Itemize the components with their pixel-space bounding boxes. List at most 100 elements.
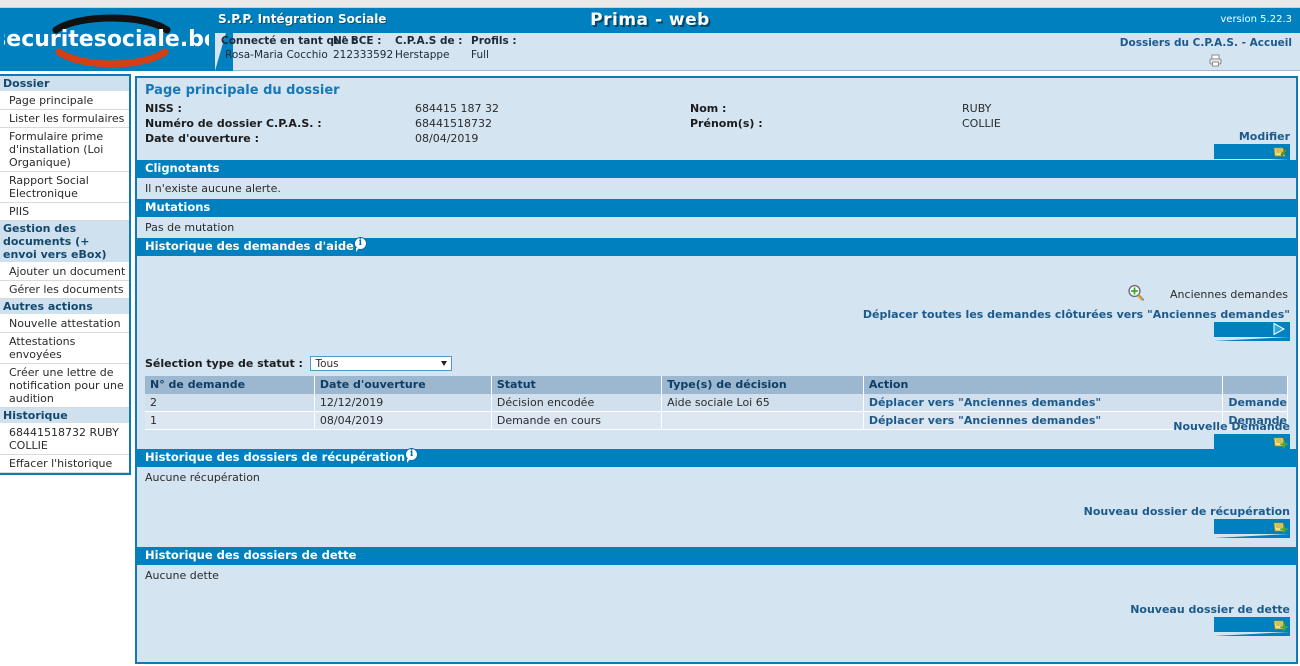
table-row[interactable]: 2 12/12/2019 Décision encodée Aide socia… — [145, 394, 1288, 412]
dossier-label: Numéro de dossier C.P.A.S. : — [145, 117, 322, 130]
nouveau-dette-label[interactable]: Nouveau dossier de dette — [1130, 603, 1290, 616]
browser-chrome-strip — [0, 0, 1300, 8]
sidebar-item-effacer-historique[interactable]: Effacer l'historique — [0, 455, 129, 473]
info-icon[interactable]: i — [354, 238, 366, 252]
nouveau-recuperation-button[interactable] — [1214, 519, 1290, 538]
sidebar-item-nouvelle-attestation[interactable]: Nouvelle attestation — [0, 315, 129, 333]
sidebar-item-formulaire-prime[interactable]: Formulaire prime d'installation (Loi Org… — [0, 128, 129, 172]
profils-value: Full — [471, 49, 489, 61]
cpas-value: Herstappe — [395, 49, 450, 61]
statut-filter-row: Sélection type de statut : Tous — [145, 356, 453, 371]
anciennes-demandes-row[interactable]: Anciennes demandes — [1127, 284, 1288, 305]
cell-numero: 1 — [145, 411, 315, 430]
dossier-value: 68441518732 — [415, 117, 492, 130]
sidebar-item-page-principale[interactable]: Page principale — [0, 92, 129, 110]
sidebar-item-lister-formulaires[interactable]: Lister les formulaires — [0, 110, 129, 128]
sidebar-item-piis[interactable]: PIIS — [0, 203, 129, 221]
nom-label: Nom : — [690, 102, 727, 115]
nouveau-dette-action[interactable]: Nouveau dossier de dette — [1130, 603, 1290, 638]
statut-select-value: Tous — [315, 358, 339, 370]
col-date[interactable]: Date d'ouverture — [314, 376, 492, 394]
section-header-dette: Historique des dossiers de dette — [137, 547, 1296, 565]
section-body-recuperation: Aucune récupération Nouveau dossier de r… — [137, 467, 1296, 547]
statut-filter-label: Sélection type de statut : — [145, 357, 303, 370]
cell-type-decision: Aide sociale Loi 65 — [661, 394, 864, 412]
sidebar-item-lettre-notification[interactable]: Créer une lettre de notification pour un… — [0, 364, 129, 408]
bce-value: 212333592 — [333, 49, 394, 61]
col-statut[interactable]: Statut — [491, 376, 663, 394]
printer-icon[interactable] — [1209, 54, 1222, 70]
product-title: Prima - web — [590, 10, 710, 30]
recuperation-empty-text: Aucune récupération — [145, 471, 260, 484]
niss-label: NISS : — [145, 102, 182, 115]
edit-note-icon — [1273, 145, 1288, 162]
section-header-demandes: Historique des demandes d'aide i — [137, 238, 1296, 256]
cell-action[interactable]: Déplacer vers "Anciennes demandes" — [863, 394, 1224, 412]
dette-empty-text: Aucune dette — [145, 569, 219, 582]
niss-value: 684415 187 32 — [415, 102, 499, 115]
connection-info: Connecté en tant que :N° BCE : C.P.A.S de… — [221, 35, 517, 61]
cpas-label: C.P.A.S de : — [395, 35, 463, 47]
section-header-demandes-label: Historique des demandes d'aide — [145, 239, 354, 253]
info-icon[interactable]: i — [406, 449, 418, 463]
col-numero[interactable]: N° de demande — [145, 376, 315, 394]
sidebar-item-gerer-documents[interactable]: Gérer les documents — [0, 281, 129, 299]
table-row[interactable]: 1 08/04/2019 Demande en cours Déplacer v… — [145, 411, 1288, 430]
cell-statut: Demande en cours — [491, 411, 663, 430]
deplacer-toutes-label[interactable]: Déplacer toutes les demandes clôturées v… — [863, 308, 1290, 321]
add-note-icon — [1273, 618, 1288, 635]
deplacer-toutes-button[interactable] — [1214, 322, 1290, 341]
connection-info-values: Rosa-Maria Cocchio 212333592 Herstappe Full — [221, 49, 517, 61]
anciennes-demandes-label[interactable]: Anciennes demandes — [1170, 288, 1288, 301]
sidebar-item-attestations-envoyees[interactable]: Attestations envoyées — [0, 333, 129, 364]
nouveau-dette-button[interactable] — [1214, 617, 1290, 636]
cell-date: 08/04/2019 — [314, 411, 492, 430]
cell-statut: Décision encodée — [491, 394, 663, 412]
section-header-recuperation: Historique des dossiers de récupération i — [137, 449, 1296, 467]
sidebar-group-gestion-documents: Gestion des documents (+ envoi vers eBox… — [0, 221, 129, 263]
sidebar-group-autres-actions: Autres actions — [0, 299, 129, 315]
demande-link[interactable]: Demande — [1228, 396, 1287, 409]
sidebar-group-dossier: Dossier — [0, 76, 129, 92]
deplacer-toutes-action[interactable]: Déplacer toutes les demandes clôturées v… — [863, 308, 1290, 343]
ouverture-label: Date d'ouverture : — [145, 132, 259, 145]
col-type-decision[interactable]: Type(s) de décision — [661, 376, 864, 394]
home-breadcrumb-link[interactable]: Dossiers du C.P.A.S. - Accueil — [1120, 37, 1292, 49]
modifier-label[interactable]: Modifier — [1214, 130, 1290, 143]
chevron-down-icon — [441, 361, 448, 366]
statut-select[interactable]: Tous — [310, 356, 453, 371]
prenom-label: Prénom(s) : — [690, 117, 763, 130]
main-content-panel: Page principale du dossier NISS : 684415… — [135, 76, 1298, 664]
cell-demande-link[interactable]: Demande — [1222, 394, 1288, 412]
connected-as-label: Connecté en tant que : — [221, 35, 357, 47]
nouveau-recuperation-action[interactable]: Nouveau dossier de récupération — [1084, 505, 1290, 540]
section-header-mutations: Mutations — [137, 199, 1296, 217]
add-note-icon — [1273, 520, 1288, 537]
sidebar-navigation: Dossier Page principale Lister les formu… — [0, 74, 131, 475]
version-label: version 5.22.3 — [1220, 14, 1292, 25]
svg-text:securitesociale.be: securitesociale.be — [4, 27, 209, 52]
connected-as-value: Rosa-Maria Cocchio — [225, 49, 328, 61]
prenom-value: COLLIE — [962, 117, 1001, 130]
play-arrow-icon — [1272, 322, 1286, 339]
col-action[interactable]: Action — [863, 376, 1224, 394]
cell-date: 12/12/2019 — [314, 394, 492, 412]
sidebar-item-rapport-social[interactable]: Rapport Social Electronique — [0, 172, 129, 203]
deplacer-link[interactable]: Déplacer vers "Anciennes demandes" — [869, 414, 1101, 427]
demandes-table: N° de demande Date d'ouverture Statut Ty… — [145, 376, 1288, 430]
section-header-recuperation-label: Historique des dossiers de récupération — [145, 450, 406, 464]
nouveau-recuperation-label[interactable]: Nouveau dossier de récupération — [1084, 505, 1290, 518]
nouvelle-demande-label[interactable]: Nouvelle Demande — [1173, 420, 1290, 433]
section-body-dette: Aucune dette Nouveau dossier de dette — [137, 565, 1296, 645]
cell-action[interactable]: Déplacer vers "Anciennes demandes" — [863, 411, 1224, 430]
add-note-icon — [1273, 435, 1288, 452]
cell-numero: 2 — [145, 394, 315, 412]
section-body-clignotants: Il n'existe aucune alerte. — [145, 182, 281, 195]
magnifier-add-icon[interactable] — [1127, 284, 1145, 305]
deplacer-link[interactable]: Déplacer vers "Anciennes demandes" — [869, 396, 1101, 409]
ouverture-value: 08/04/2019 — [415, 132, 479, 145]
sidebar-item-historique-dossier[interactable]: 68441518732 RUBY COLLIE — [0, 424, 129, 455]
section-header-clignotants: Clignotants — [137, 160, 1296, 178]
page-header: securitesociale.be S.P.P. Intégration So… — [0, 8, 1300, 72]
sidebar-item-ajouter-document[interactable]: Ajouter un document — [0, 263, 129, 281]
